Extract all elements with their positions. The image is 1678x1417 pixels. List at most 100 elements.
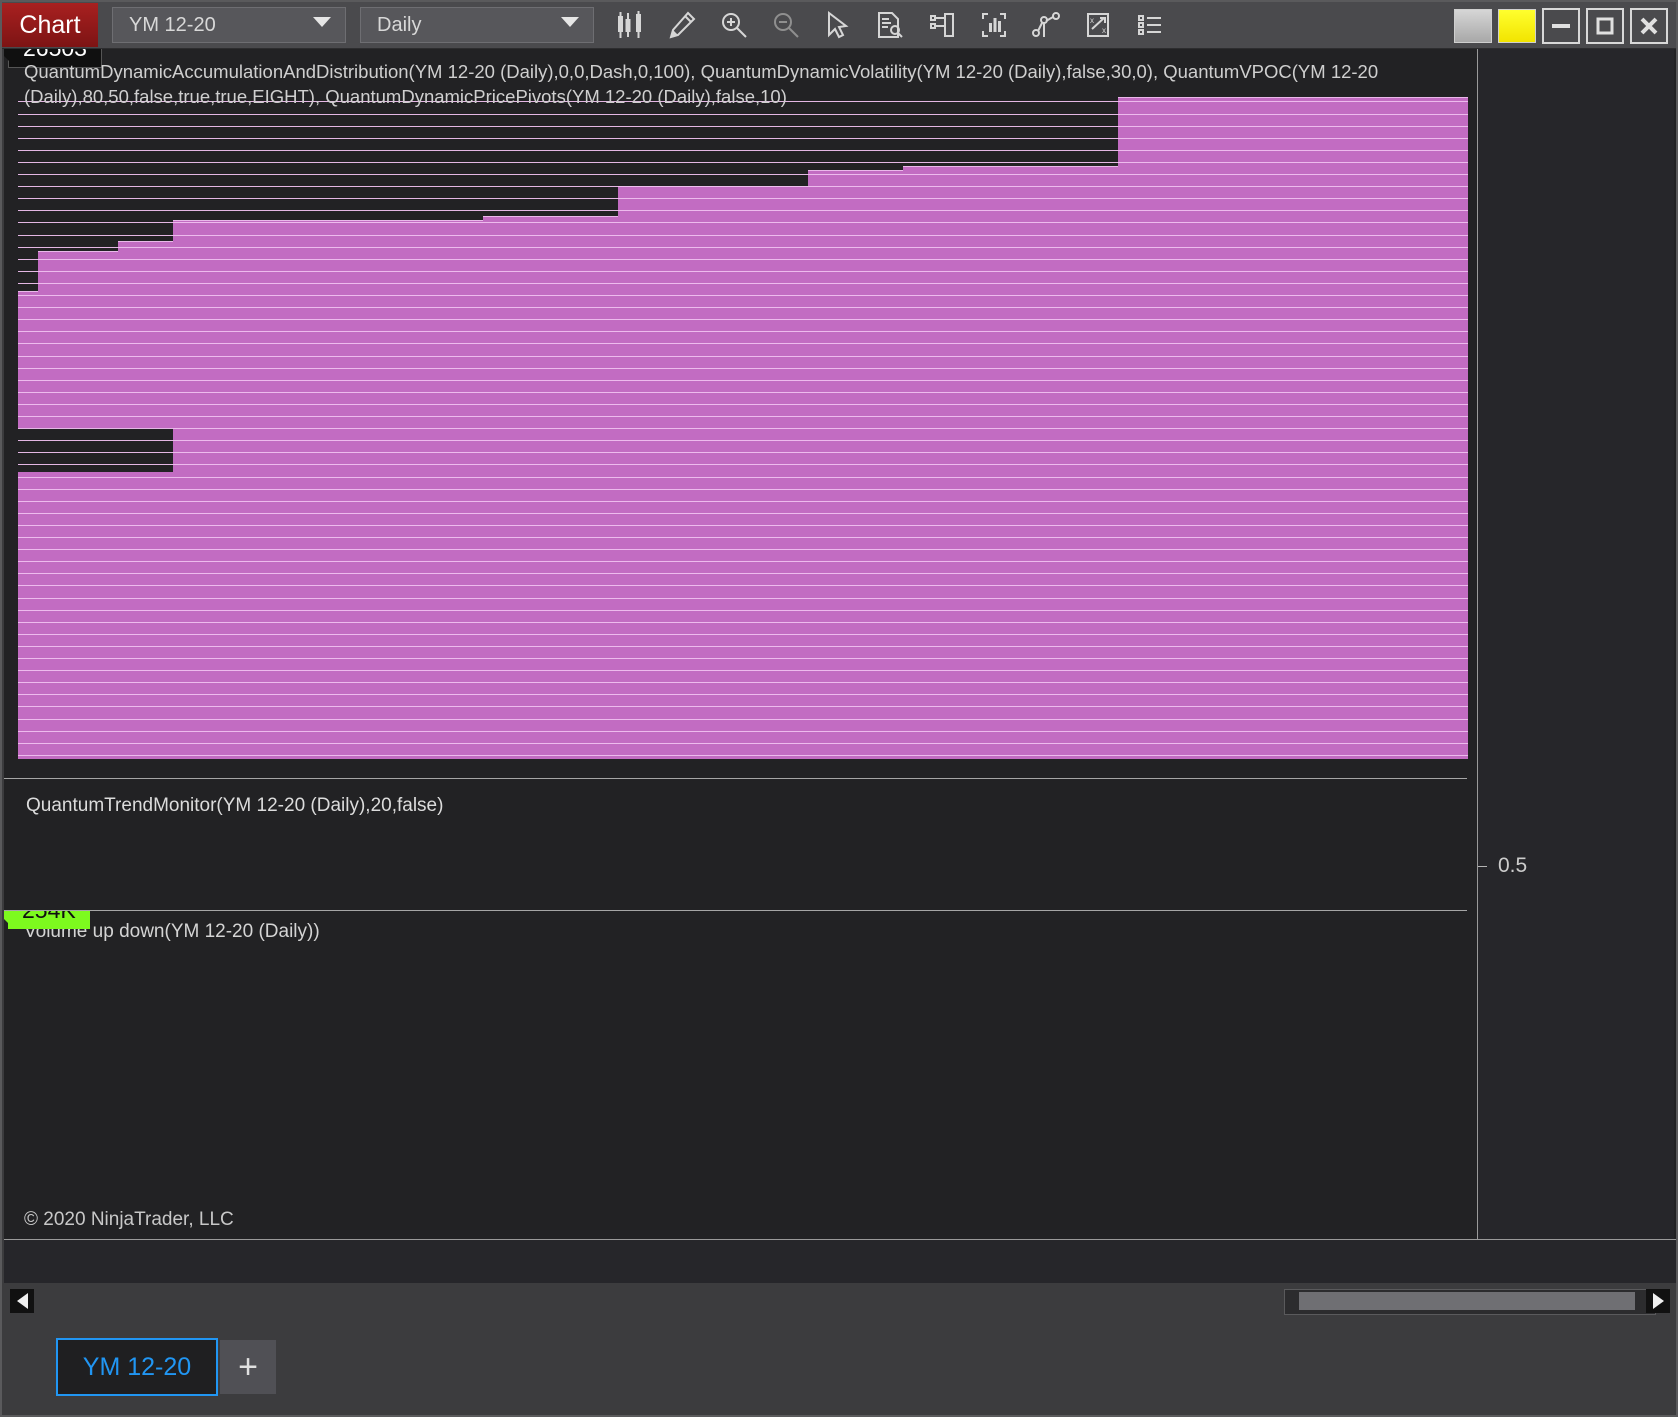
data-box-icon[interactable] [864,3,916,47]
trend-axis[interactable]: 0.5 [1477,779,1674,911]
vpoc-stripe [18,380,1468,381]
minimize-button[interactable] [1542,8,1580,44]
vpoc-stripe [18,319,1468,320]
vpoc-stripe [18,561,1468,562]
vpoc-gap-block [18,428,173,472]
last-volume-label: 254K [8,911,90,929]
vpoc-stripe [18,525,1468,526]
pencil-icon[interactable] [656,3,708,47]
vpoc-stripe [18,513,1468,514]
vpoc-stripe [18,489,1468,490]
chart-panels: QuantumDynamicAccumulationAndDistributio… [4,49,1676,1239]
vpoc-stripe [18,114,1468,115]
order-flow-icon[interactable]: xx [1072,3,1124,47]
vpoc-profile-block [173,220,483,758]
chevron-down-icon [313,17,331,27]
svg-text:x: x [1090,16,1094,25]
vpoc-stripe [18,622,1468,623]
trend-monitor-panel[interactable]: QuantumTrendMonitor(YM 12-20 (Daily),20,… [4,779,1676,911]
trend-monitor-label: QuantumTrendMonitor(YM 12-20 (Daily),20,… [26,795,443,817]
vpoc-stripe [18,416,1468,417]
cursor-arrow-icon[interactable] [812,3,864,47]
date-axis[interactable] [4,1239,1676,1284]
vpoc-stripe [18,743,1468,744]
period-selector-value: Daily [361,14,421,37]
candlestick-icon[interactable] [604,3,656,47]
vpoc-stripe [18,186,1468,187]
volume-axis[interactable] [1477,911,1674,1239]
vpoc-stripe [18,198,1468,199]
vpoc-stripe [18,682,1468,683]
vpoc-stripe [18,331,1468,332]
svg-text:x: x [1102,26,1106,35]
indicators-icon[interactable] [968,3,1020,47]
vpoc-stripe [18,392,1468,393]
vpoc-stripe [18,271,1468,272]
vpoc-stripe [18,706,1468,707]
vpoc-stripe [18,162,1468,163]
vpoc-stripe [18,343,1468,344]
volume-panel[interactable]: Volume up down(YM 12-20 (Daily)) © 2020 … [4,911,1676,1239]
zoom-out-icon[interactable] [760,3,812,47]
vpoc-stripe [18,138,1468,139]
vpoc-stripe [18,295,1468,296]
trend-axis-tickmark [1478,866,1487,867]
ninjatrader-chart-window: Chart YM 12-20 Daily [0,0,1678,1417]
vpoc-stripe [18,235,1468,236]
vpoc-stripe [18,501,1468,502]
add-tab-button[interactable]: + [220,1340,276,1394]
color-swatch-yellow[interactable] [1498,9,1536,43]
vpoc-stripe [18,598,1468,599]
price-indicator-label: QuantumDynamicAccumulationAndDistributio… [24,59,1464,109]
vpoc-stripe [18,755,1468,756]
scroll-left-button[interactable] [10,1289,34,1313]
arrow-left-icon [17,1293,28,1309]
close-button[interactable] [1630,8,1668,44]
instrument-selector-value: YM 12-20 [113,14,216,37]
arrow-right-icon [1653,1293,1664,1309]
chart-tab-bar: YM 12-20 + [4,1319,1676,1415]
vpoc-stripe [18,549,1468,550]
vpoc-stripe [18,731,1468,732]
vpoc-stripe [18,646,1468,647]
vpoc-profile-block [618,186,808,759]
vpoc-stripe [18,368,1468,369]
chart-app-badge: Chart [2,3,98,47]
scroll-right-button[interactable] [1646,1289,1670,1313]
zoom-in-icon[interactable] [708,3,760,47]
vpoc-stripe [18,247,1468,248]
vpoc-stripe [18,610,1468,611]
scrollbar-track[interactable] [1284,1289,1656,1315]
price-plot-area[interactable] [18,49,1468,779]
strategies-icon[interactable] [1020,3,1072,47]
maximize-button[interactable] [1586,8,1624,44]
tab-ym-12-20[interactable]: YM 12-20 [56,1338,218,1396]
chart-scrollbar[interactable] [4,1283,1676,1319]
chart-properties-icon[interactable] [916,3,968,47]
tab-label: YM 12-20 [83,1353,191,1382]
vpoc-stripe [18,307,1468,308]
vpoc-stripe [18,537,1468,538]
vpoc-stripe [18,585,1468,586]
period-selector[interactable]: Daily [360,7,594,43]
vpoc-stripe [18,150,1468,151]
vpoc-stripe [18,126,1468,127]
vpoc-stripe [18,658,1468,659]
scrollbar-thumb[interactable] [1299,1292,1635,1310]
window-controls [1454,8,1668,44]
price-panel[interactable]: QuantumDynamicAccumulationAndDistributio… [4,49,1676,779]
list-icon[interactable] [1124,3,1176,47]
vpoc-stripe [18,477,1468,478]
vpoc-stripe [18,222,1468,223]
vpoc-stripe [18,634,1468,635]
vpoc-stripe [18,670,1468,671]
color-swatch-grey[interactable] [1454,9,1492,43]
vpoc-stripe [18,174,1468,175]
instrument-selector[interactable]: YM 12-20 [112,7,346,43]
vpoc-stripe [18,573,1468,574]
vpoc-profile-block [483,216,618,758]
price-axis[interactable] [1477,49,1674,779]
volume-plot-area[interactable] [18,911,1468,1239]
vpoc-stripe [18,428,1468,429]
vpoc-stripe [18,464,1468,465]
